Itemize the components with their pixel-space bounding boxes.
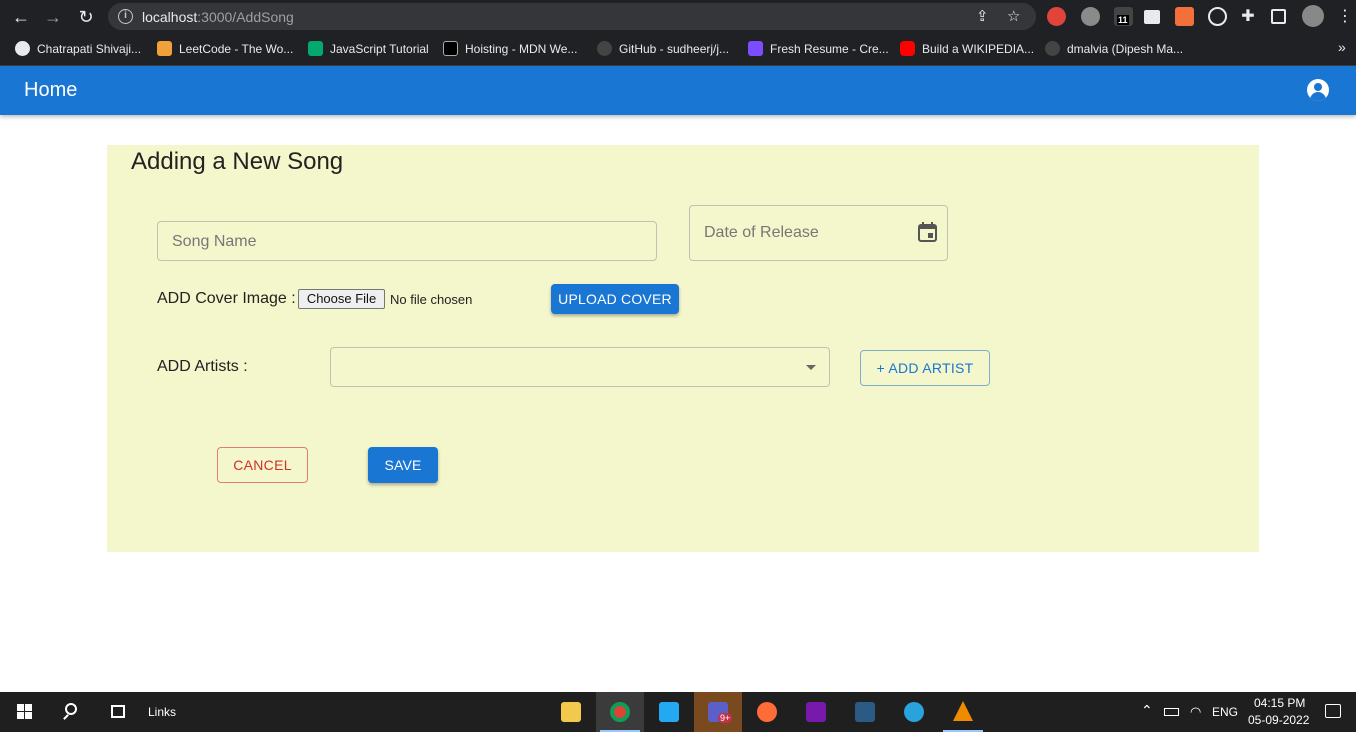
extension-target-icon[interactable]: [1208, 7, 1227, 26]
taskbar-links-label[interactable]: Links: [148, 705, 176, 719]
menu-kebab-icon[interactable]: ⋮: [1333, 5, 1356, 29]
bookmark-item[interactable]: Build a WIKIPEDIA...: [900, 41, 1034, 56]
artists-label: ADD Artists :: [157, 358, 248, 375]
taskbar: Links 9+ ⌃ ◠ ENG 04:15 PM 05-09-2022: [0, 692, 1356, 732]
artists-select[interactable]: [330, 347, 830, 387]
adblock-plus-icon[interactable]: [1047, 7, 1066, 26]
bookmark-item[interactable]: GitHub - sudheerj/j...: [597, 41, 729, 56]
bookmark-item[interactable]: Chatrapati Shivaji...: [15, 41, 141, 56]
teams-icon[interactable]: 9+: [694, 692, 742, 732]
more-bookmarks-icon[interactable]: »: [1338, 39, 1346, 55]
wifi-icon[interactable]: ◠: [1190, 704, 1201, 720]
no-file-chosen-text: No file chosen: [390, 292, 473, 307]
cast-icon[interactable]: [1144, 10, 1160, 24]
clock-time[interactable]: 04:15 PM: [1254, 696, 1305, 710]
onenote-icon[interactable]: [792, 692, 840, 732]
youtube-icon: [900, 41, 915, 56]
cancel-button[interactable]: CANCEL: [217, 447, 308, 483]
bookmark-item[interactable]: Fresh Resume - Cre...: [748, 41, 889, 56]
bookmarks-bar: Chatrapati Shivaji... LeetCode - The Wo.…: [0, 33, 1356, 66]
add-artist-button[interactable]: + ADD ARTIST: [860, 350, 990, 386]
leetcode-icon: [157, 41, 172, 56]
mysql-workbench-icon[interactable]: [841, 692, 889, 732]
song-name-input[interactable]: Song Name: [157, 221, 657, 261]
browser-toolbar: ← → ↻ i localhost:3000/AddSong ⇪ ☆ 11 ✚ …: [0, 0, 1356, 33]
github-icon: [597, 41, 612, 56]
url-text[interactable]: localhost:3000/AddSong: [142, 9, 294, 25]
bookmark-item[interactable]: JavaScript Tutorial: [308, 41, 429, 56]
extension-orange-icon[interactable]: [1175, 7, 1194, 26]
telegram-icon[interactable]: [890, 692, 938, 732]
address-bar[interactable]: i localhost:3000/AddSong ⇪ ☆: [108, 3, 1036, 30]
battery-icon[interactable]: [1164, 708, 1179, 716]
calendar-icon[interactable]: [918, 222, 937, 242]
app-bar: Home: [0, 66, 1356, 115]
extension-shield-icon[interactable]: [1081, 7, 1100, 26]
globe-icon: [15, 41, 30, 56]
share-icon[interactable]: ⇪: [976, 7, 989, 25]
save-button[interactable]: SAVE: [368, 447, 438, 483]
dropdown-arrow-icon[interactable]: [806, 365, 816, 370]
song-name-placeholder: Song Name: [172, 233, 257, 250]
vscode-icon[interactable]: [645, 692, 693, 732]
w3schools-icon: [308, 41, 323, 56]
notifications-icon[interactable]: [1325, 704, 1341, 718]
home-link[interactable]: Home: [24, 79, 77, 102]
profile-avatar[interactable]: [1302, 5, 1324, 27]
upload-cover-button[interactable]: UPLOAD COVER: [551, 284, 679, 314]
task-view-icon[interactable]: [95, 692, 143, 732]
bookmark-star-icon[interactable]: ☆: [1007, 7, 1020, 25]
postman-icon[interactable]: [743, 692, 791, 732]
mdn-icon: [443, 41, 458, 56]
language-indicator[interactable]: ENG: [1212, 705, 1238, 719]
windows-start-icon[interactable]: [0, 692, 48, 732]
fresh-resume-icon: [748, 41, 763, 56]
date-of-release-input[interactable]: Date of Release: [689, 205, 948, 261]
extension-badge-icon[interactable]: 11: [1114, 7, 1133, 26]
cover-image-label: ADD Cover Image :: [157, 290, 296, 307]
file-explorer-icon[interactable]: [547, 692, 595, 732]
add-song-form: Adding a New Song Song Name Date of Rele…: [107, 145, 1259, 552]
chrome-icon[interactable]: [596, 692, 644, 732]
search-icon[interactable]: [48, 692, 96, 732]
page-title: Adding a New Song: [131, 148, 344, 175]
bookmark-item[interactable]: LeetCode - The Wo...: [157, 41, 293, 56]
extension-badge-count: 11: [1117, 15, 1129, 25]
github-icon: [1045, 41, 1060, 56]
reload-icon[interactable]: ↻: [74, 5, 98, 29]
bookmark-item[interactable]: Hoisting - MDN We...: [443, 41, 577, 56]
forward-icon[interactable]: →: [41, 5, 65, 29]
clock-date[interactable]: 05-09-2022: [1248, 713, 1309, 727]
choose-file-button[interactable]: Choose File: [298, 289, 385, 309]
date-placeholder: Date of Release: [704, 224, 819, 241]
extensions-puzzle-icon[interactable]: ✚: [1236, 5, 1260, 29]
teams-badge: 9+: [718, 713, 733, 723]
account-circle-icon[interactable]: [1307, 79, 1329, 101]
bookmark-item[interactable]: dmalvia (Dipesh Ma...: [1045, 41, 1183, 56]
back-icon[interactable]: ←: [9, 5, 33, 29]
vlc-icon[interactable]: [939, 692, 987, 732]
side-panel-icon[interactable]: [1271, 9, 1286, 24]
site-info-icon[interactable]: i: [118, 9, 133, 24]
show-hidden-icons-icon[interactable]: ⌃: [1141, 702, 1153, 719]
